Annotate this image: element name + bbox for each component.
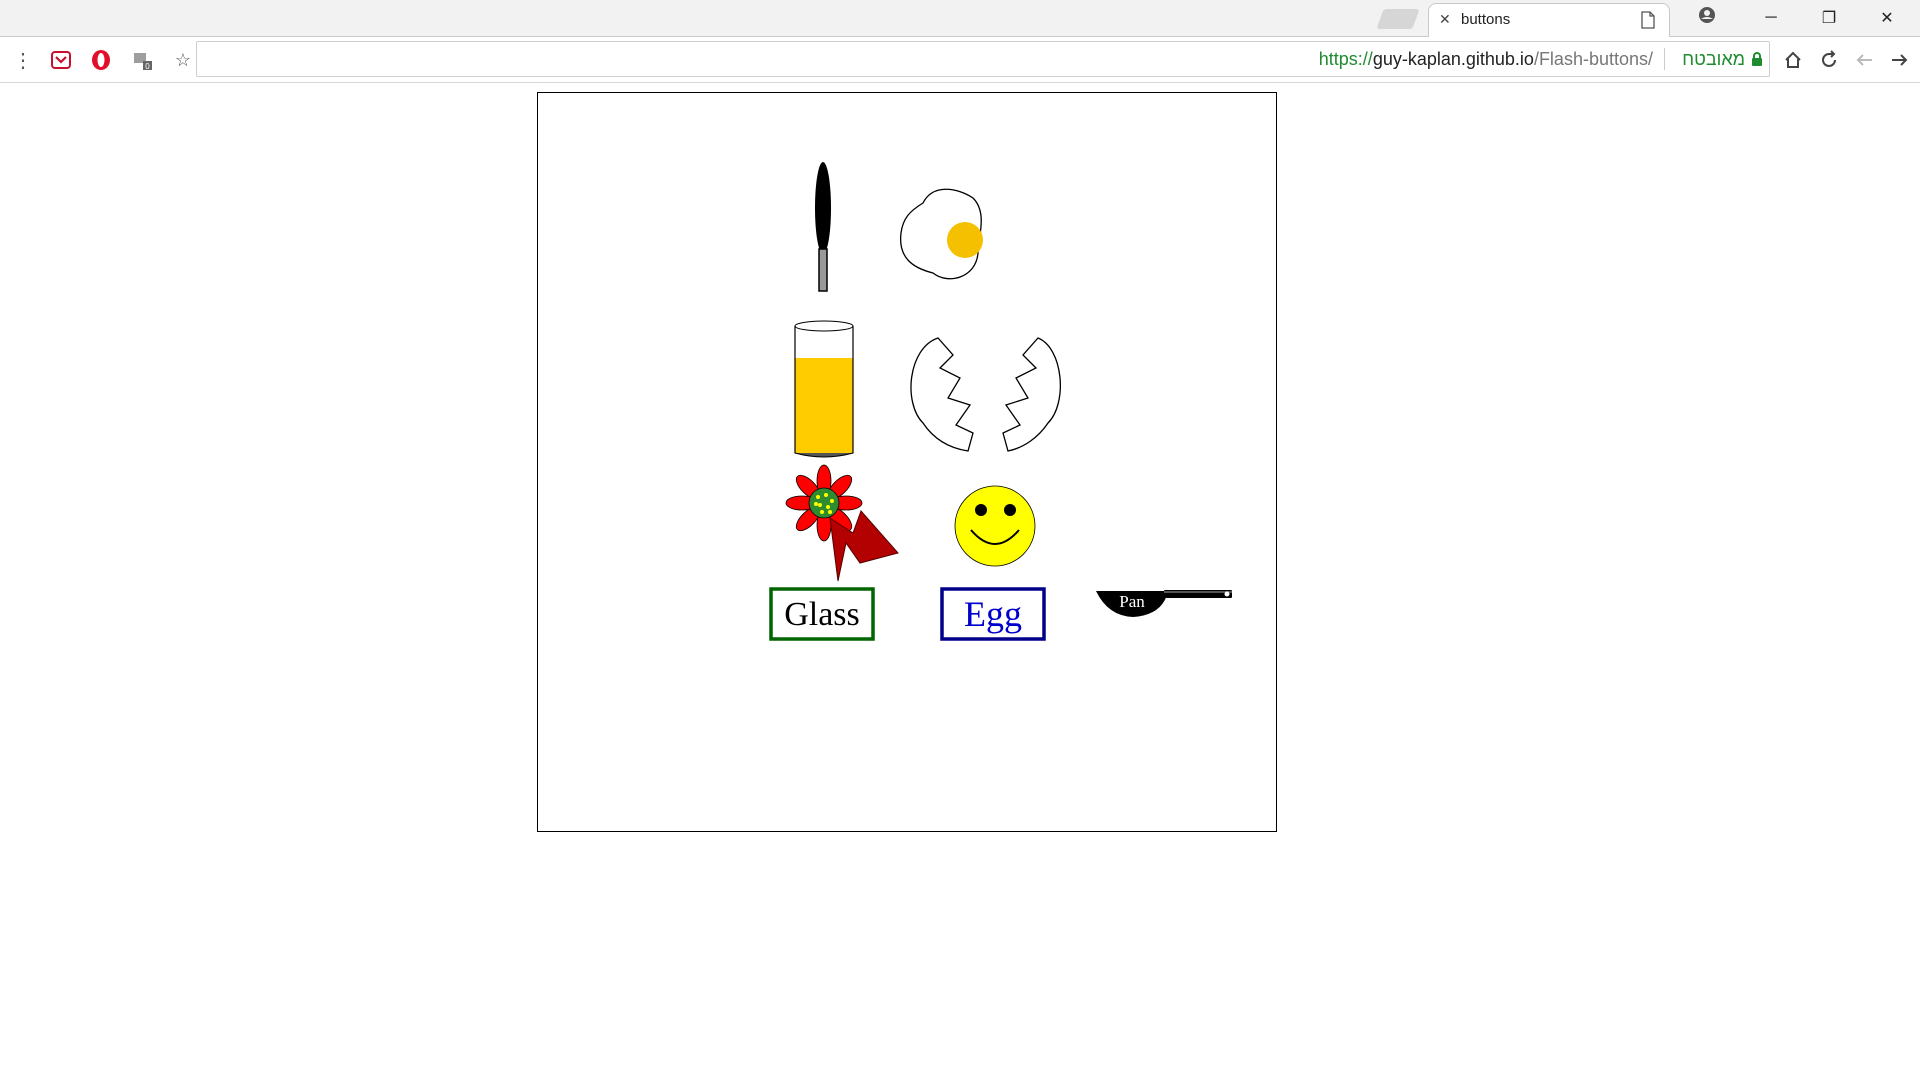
fried-egg-icon[interactable] xyxy=(900,188,983,280)
egg-button-label: Egg xyxy=(964,594,1022,634)
new-tab-button[interactable] xyxy=(1376,9,1420,29)
lock-icon[interactable] xyxy=(1751,51,1763,67)
broken-egg-icon[interactable] xyxy=(910,337,1061,452)
reload-icon[interactable] xyxy=(1814,45,1844,75)
flash-stage: Glass Egg Pan xyxy=(537,92,1277,832)
egg-button[interactable]: Egg xyxy=(940,587,1046,641)
url-scheme: https:// xyxy=(1318,49,1373,69)
menu-dots-icon[interactable]: ⋮ xyxy=(8,45,38,75)
svg-text:0: 0 xyxy=(145,62,150,71)
spatula-icon[interactable] xyxy=(815,162,831,292)
title-bar: ✕ buttons ─ ❐ ✕ xyxy=(0,0,1920,37)
home-icon[interactable] xyxy=(1778,45,1808,75)
extension-icon[interactable]: 0 xyxy=(128,45,158,75)
juice-glass-icon[interactable] xyxy=(794,320,854,458)
omnibox-separator xyxy=(1664,48,1665,70)
glass-button[interactable]: Glass xyxy=(769,587,875,641)
address-bar[interactable]: https://guy-kaplan.github.io/Flash-butto… xyxy=(196,41,1770,77)
pan-button-label: Pan xyxy=(1119,592,1145,611)
toolbar: ⋮ 0 ☆ https://guy-kaplan.github.io/Flash… xyxy=(0,37,1920,83)
security-label: מאובטח xyxy=(1682,49,1745,69)
forward-icon[interactable] xyxy=(1884,45,1914,75)
minimize-icon[interactable]: ─ xyxy=(1742,0,1800,36)
restore-icon[interactable]: ❐ xyxy=(1800,0,1858,36)
back-icon[interactable] xyxy=(1850,45,1880,75)
star-icon[interactable]: ☆ xyxy=(168,45,198,75)
url-text: https://guy-kaplan.github.io/Flash-butto… xyxy=(1319,49,1653,70)
tab-close-icon[interactable]: ✕ xyxy=(1439,11,1451,28)
pocket-icon[interactable] xyxy=(46,45,76,75)
tab-title: buttons xyxy=(1461,11,1511,28)
url-host: guy-kaplan.github.io xyxy=(1372,49,1534,69)
tab-buttons[interactable]: ✕ buttons xyxy=(1428,3,1670,37)
opera-icon[interactable] xyxy=(86,45,116,75)
url-path: /Flash-buttons/ xyxy=(1533,49,1653,69)
stage-canvas: Glass Egg Pan xyxy=(769,162,1232,641)
glass-button-label: Glass xyxy=(784,596,860,633)
close-icon[interactable]: ✕ xyxy=(1858,0,1916,36)
flower-arrow-icon[interactable] xyxy=(785,464,899,582)
smiley-face-icon[interactable] xyxy=(954,485,1036,567)
page-icon xyxy=(1641,11,1655,29)
pan-button[interactable]: Pan xyxy=(1096,590,1232,617)
profile-icon[interactable] xyxy=(1694,4,1720,30)
